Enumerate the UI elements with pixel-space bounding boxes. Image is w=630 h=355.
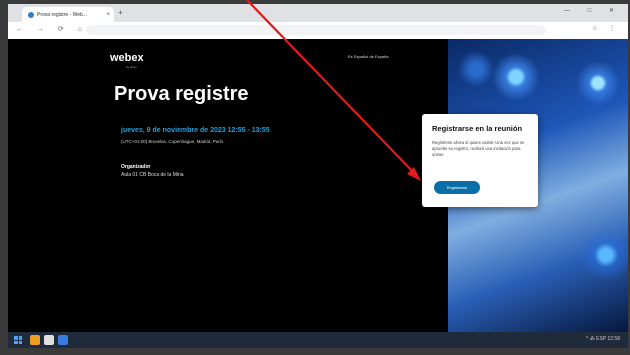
navigation-buttons[interactable]: ← → ⟳ ⌂ — [16, 25, 88, 33]
organizer-name: Aula 01 CB Boca de la Mina — [121, 172, 184, 178]
new-tab-button[interactable]: + — [118, 8, 123, 17]
registration-text: Regístrese ahora si quiere asistir. Una … — [432, 140, 525, 157]
address-bar-row: ← → ⟳ ⌂ ☆ ⋮ — [8, 22, 628, 40]
register-button[interactable]: Registrarse — [434, 181, 480, 194]
system-tray[interactable]: ^ ⁂ ESP 12:58 — [586, 336, 620, 342]
file-explorer-icon[interactable] — [30, 335, 40, 345]
registration-card: Registrarse en la reunión Regístrese aho… — [422, 114, 538, 207]
browser-tab[interactable]: Prova registre - Web... × — [22, 7, 114, 22]
webex-logo[interactable]: webex — [110, 52, 144, 64]
url-field[interactable] — [86, 25, 546, 35]
window-controls[interactable]: — □ ✕ — [564, 7, 622, 14]
screen: Prova registre - Web... × + — □ ✕ ← → ⟳ … — [8, 4, 628, 348]
tab-title: Prova registre - Web... — [37, 11, 87, 18]
meeting-date: jueves, 9 de noviembre de 2023 12:55 - 1… — [121, 127, 270, 134]
taskbar-app-icon[interactable] — [44, 335, 54, 345]
windows-start-icon[interactable] — [14, 336, 22, 344]
webex-registration-page: webex by cisco Es Español de España Prov… — [8, 39, 628, 332]
meeting-title: Prova registre — [114, 83, 249, 105]
organizer-label: Organizador — [121, 164, 151, 170]
webex-logo-subtitle: by cisco — [126, 65, 137, 69]
language-selector[interactable]: Es Español de España — [348, 54, 388, 59]
meeting-timezone: (UTC+01:00) Bruselas, Copenhague, Madrid… — [121, 139, 224, 144]
webex-favicon-icon — [28, 11, 34, 18]
windows-taskbar: ^ ⁂ ESP 12:58 — [8, 332, 628, 348]
browser-extension-icons[interactable]: ☆ ⋮ — [592, 25, 620, 32]
chrome-taskbar-icon[interactable] — [58, 335, 68, 345]
registration-heading: Registrarse en la reunión — [432, 124, 523, 133]
tab-close-icon[interactable]: × — [106, 12, 110, 18]
browser-tab-bar: Prova registre - Web... × + — □ ✕ — [8, 4, 628, 22]
